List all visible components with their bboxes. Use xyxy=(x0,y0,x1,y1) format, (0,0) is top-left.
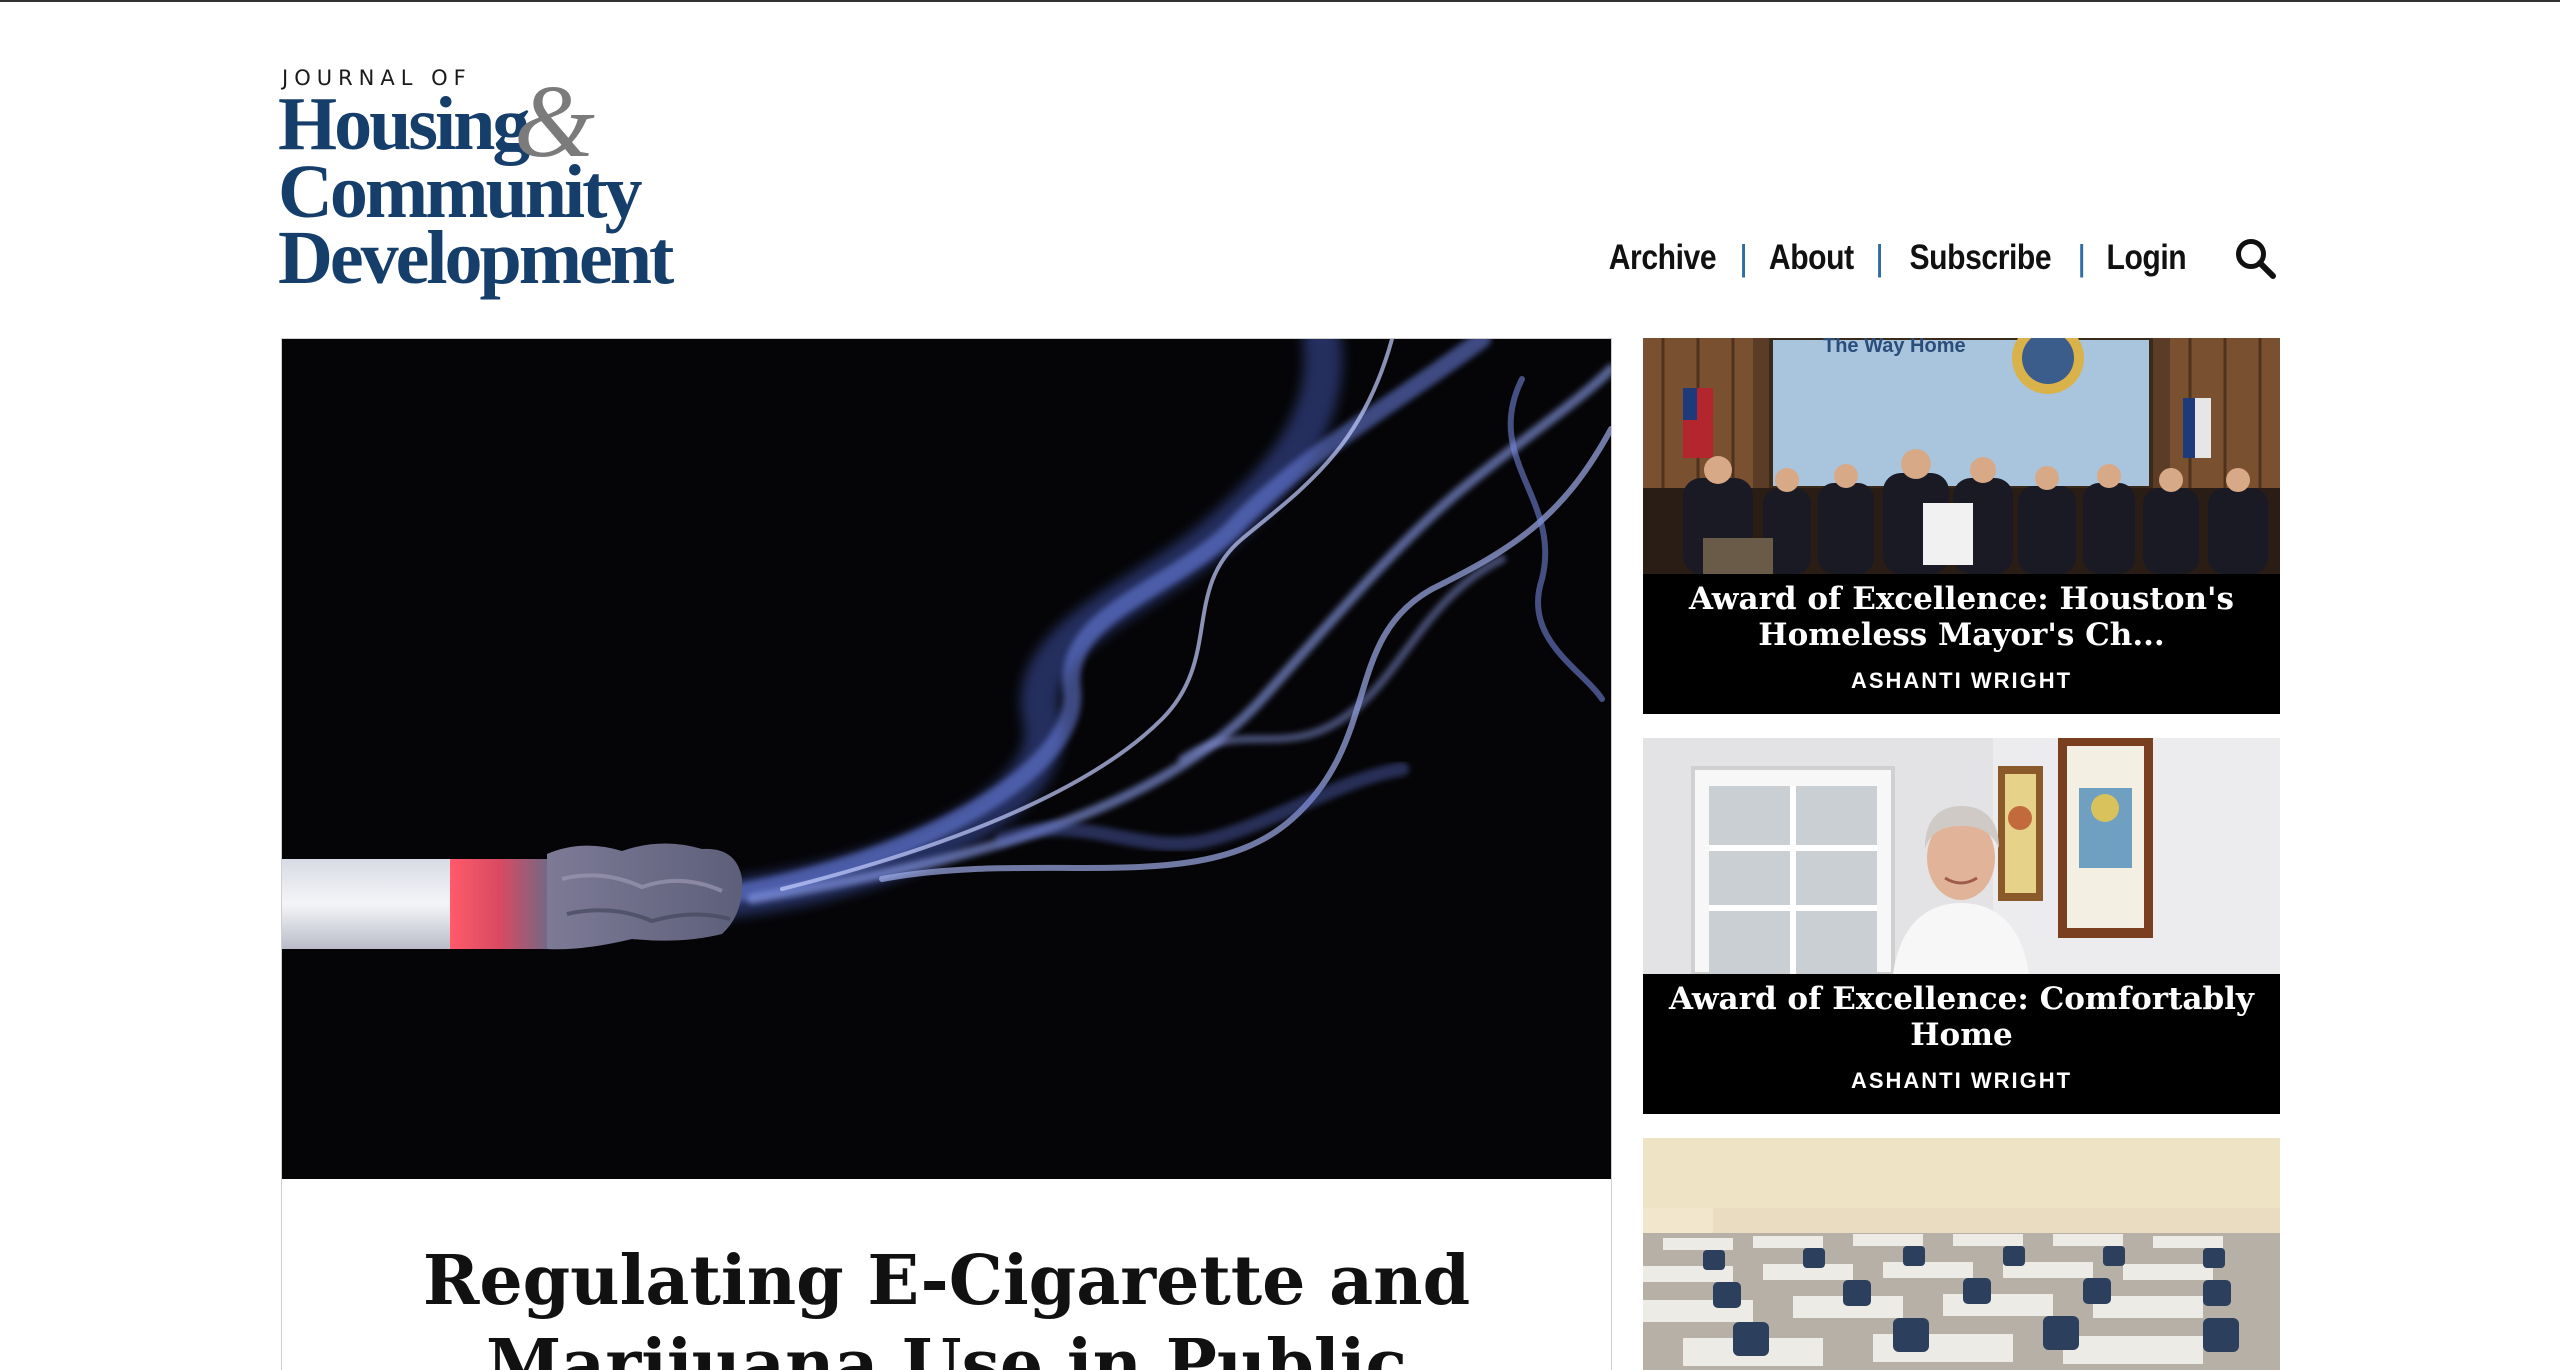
nav-separator: | xyxy=(2076,237,2087,278)
side-article-card[interactable] xyxy=(1643,1138,2280,1370)
side-article-title: Award of Excellence: Houston's Homeless … xyxy=(1689,581,2234,653)
top-border xyxy=(0,0,2560,2)
nav-about-link[interactable]: About xyxy=(1769,238,1854,278)
side-article-author: ASHANTI WRIGHT xyxy=(1850,668,2073,693)
nav-separator: | xyxy=(1738,237,1749,278)
featured-article-card[interactable]: Regulating E-Cigarette and Marijuana Use… xyxy=(281,338,1612,1370)
featured-article-title[interactable]: Regulating E-Cigarette and Marijuana Use… xyxy=(282,1239,1611,1370)
nav-archive-link[interactable]: Archive xyxy=(1609,238,1717,278)
featured-cigarette-smoke-image xyxy=(282,339,1611,1179)
site-logo[interactable]: JOURNAL OF Housing & Community Developme… xyxy=(278,66,674,300)
nav-login-link[interactable]: Login xyxy=(2107,238,2187,278)
search-icon[interactable] xyxy=(2233,236,2277,280)
svg-text:The Way Home: The Way Home xyxy=(1823,338,1966,357)
nav-subscribe-link[interactable]: Subscribe xyxy=(1910,238,2052,278)
classroom-desks-image xyxy=(1643,1138,2280,1370)
woman-portrait-image xyxy=(1643,738,2280,974)
logo-development: Development xyxy=(278,216,674,300)
nav-separator: | xyxy=(1874,237,1885,278)
award-ceremony-image: The Way Home xyxy=(1643,338,2280,574)
side-article-title: Award of Excellence: Comfortably Home xyxy=(1669,981,2254,1053)
side-article-author: ASHANTI WRIGHT xyxy=(1850,1068,2073,1093)
main-nav: Archive | About | Subscribe | Login xyxy=(1600,230,2277,286)
side-article-card[interactable]: Award of Excellence: Comfortably Home AS… xyxy=(1643,738,2280,1114)
side-article-card[interactable]: The Way Home Award of Excellence: Housto… xyxy=(1643,338,2280,714)
